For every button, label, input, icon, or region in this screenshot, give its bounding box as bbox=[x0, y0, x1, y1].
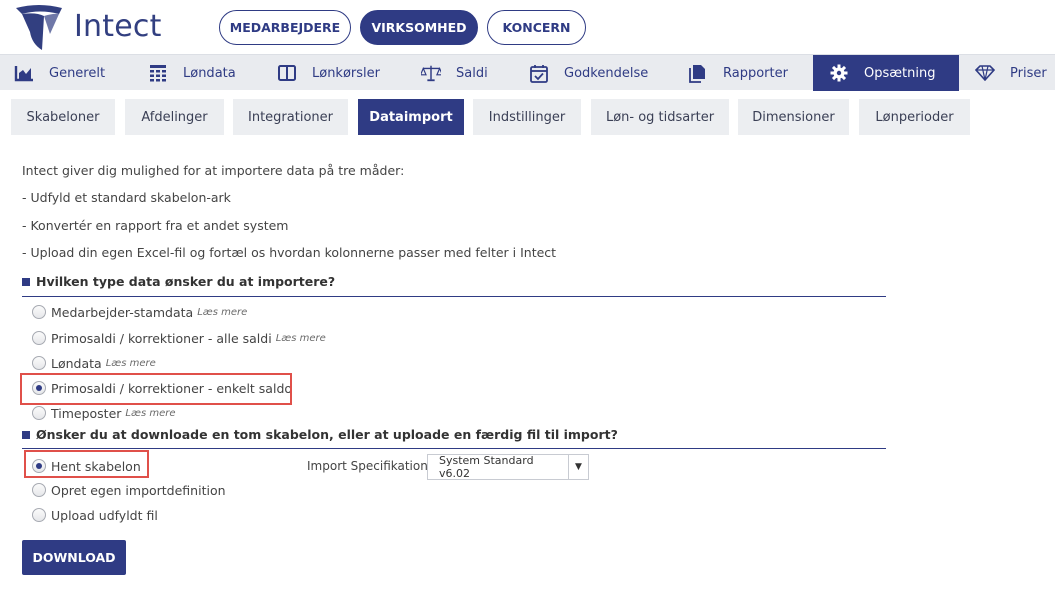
app-header: Intect MEDARBEJDERE VIRKSOMHED KONCERN bbox=[0, 0, 1055, 54]
gear-icon bbox=[829, 63, 849, 83]
nav-londata[interactable]: Løndata bbox=[148, 55, 236, 91]
nav-generelt-label: Generelt bbox=[49, 65, 106, 81]
section-marker bbox=[22, 430, 30, 439]
tab-lon-og-tidsarter[interactable]: Løn- og tidsarter bbox=[591, 99, 729, 135]
documents-icon bbox=[688, 63, 708, 83]
intro-bullet: - Udfyld et standard skabelon-ark bbox=[22, 190, 231, 205]
diamond-icon bbox=[975, 63, 995, 83]
intect-logo[interactable]: Intect bbox=[14, 4, 174, 52]
radio-label: Timeposter bbox=[51, 405, 122, 421]
intro-lead: Intect giver dig mulighed for at importe… bbox=[22, 163, 405, 178]
radio-timeposter[interactable]: Timeposter Læs mere bbox=[32, 404, 176, 422]
radio-button[interactable] bbox=[32, 406, 46, 420]
radio-upload-fil[interactable]: Upload udfyldt fil bbox=[32, 506, 158, 524]
main-nav: Generelt Løndata Lønkørsler Saldi Godken… bbox=[0, 54, 1055, 91]
nav-saldi-label: Saldi bbox=[456, 65, 488, 81]
koncern-button[interactable]: KONCERN bbox=[487, 10, 586, 45]
section-marker bbox=[22, 277, 30, 286]
radio-button[interactable] bbox=[32, 331, 46, 345]
tab-integrationer[interactable]: Integrationer bbox=[233, 99, 348, 135]
book-icon bbox=[277, 63, 297, 83]
import-spec-value: System Standard v6.02 bbox=[439, 454, 534, 480]
nav-godkendelse-label: Godkendelse bbox=[564, 65, 649, 81]
read-more-link[interactable]: Læs mere bbox=[197, 307, 247, 318]
nav-rapporter[interactable]: Rapporter bbox=[688, 55, 788, 91]
nav-rapporter-label: Rapporter bbox=[723, 65, 788, 81]
nav-opsaetning-label: Opsætning bbox=[864, 65, 936, 81]
medarbejdere-button[interactable]: MEDARBEJDERE bbox=[219, 10, 351, 45]
scale-icon bbox=[421, 63, 441, 83]
radio-label: Primosaldi / korrektioner - alle saldi bbox=[51, 330, 272, 346]
data-type-heading-text: Hvilken type data ønsker du at importere… bbox=[36, 274, 336, 289]
nav-saldi[interactable]: Saldi bbox=[421, 55, 488, 91]
highlight-box bbox=[24, 450, 149, 478]
nav-lonkorsler-label: Lønkørsler bbox=[312, 65, 380, 81]
radio-opret-importdefinition[interactable]: Opret egen importdefinition bbox=[32, 481, 226, 499]
radio-primosaldi-alle[interactable]: Primosaldi / korrektioner - alle saldi L… bbox=[32, 329, 326, 347]
radio-button[interactable] bbox=[32, 305, 46, 319]
read-more-link[interactable]: Læs mere bbox=[125, 408, 175, 419]
nav-londata-label: Løndata bbox=[183, 65, 236, 81]
tab-indstillinger[interactable]: Indstillinger bbox=[473, 99, 581, 135]
tab-lonperioder[interactable]: Lønperioder bbox=[859, 99, 970, 135]
highlight-box bbox=[20, 373, 292, 405]
radio-label: Løndata bbox=[51, 355, 102, 371]
nav-godkendelse[interactable]: Godkendelse bbox=[529, 55, 648, 91]
tab-dataimport[interactable]: Dataimport bbox=[358, 99, 464, 135]
radio-button[interactable] bbox=[32, 483, 46, 497]
radio-button[interactable] bbox=[32, 508, 46, 522]
read-more-link[interactable]: Læs mere bbox=[106, 358, 156, 369]
data-type-heading: Hvilken type data ønsker du at importere… bbox=[22, 274, 335, 289]
tab-skabeloner[interactable]: Skabeloner bbox=[11, 99, 115, 135]
calculator-icon bbox=[148, 63, 168, 83]
intro-bullet: - Konvertér en rapport fra et andet syst… bbox=[22, 218, 289, 233]
logo-text: Intect bbox=[74, 9, 162, 44]
tab-dimensioner[interactable]: Dimensioner bbox=[738, 99, 849, 135]
intro-bullet: - Upload din egen Excel-fil og fortæl os… bbox=[22, 245, 557, 260]
tab-afdelinger[interactable]: Afdelinger bbox=[125, 99, 224, 135]
radio-medarbejder-stamdata[interactable]: Medarbejder-stamdata Læs mere bbox=[32, 303, 247, 321]
radio-londata[interactable]: Løndata Læs mere bbox=[32, 354, 156, 372]
radio-button[interactable] bbox=[32, 356, 46, 370]
action-heading: Ønsker du at downloade en tom skabelon, … bbox=[22, 427, 618, 442]
chart-icon bbox=[14, 63, 34, 83]
import-spec-select[interactable]: System Standard v6.02 ▼ bbox=[427, 454, 589, 480]
section-divider bbox=[22, 448, 886, 449]
nav-generelt[interactable]: Generelt bbox=[14, 55, 105, 91]
radio-label: Upload udfyldt fil bbox=[51, 507, 158, 523]
read-more-link[interactable]: Læs mere bbox=[276, 333, 326, 344]
action-heading-text: Ønsker du at downloade en tom skabelon, … bbox=[36, 427, 618, 442]
nav-priser-label: Priser bbox=[1010, 65, 1047, 81]
section-divider bbox=[22, 296, 886, 297]
download-button[interactable]: DOWNLOAD bbox=[22, 540, 126, 575]
radio-label: Opret egen importdefinition bbox=[51, 482, 226, 498]
nav-priser[interactable]: Priser bbox=[975, 55, 1047, 91]
nav-lonkorsler[interactable]: Lønkørsler bbox=[277, 55, 380, 91]
radio-label: Medarbejder-stamdata bbox=[51, 304, 194, 320]
nav-opsaetning[interactable]: Opsætning bbox=[813, 55, 959, 91]
dropdown-arrow-icon[interactable]: ▼ bbox=[568, 455, 588, 479]
virksomhed-button[interactable]: VIRKSOMHED bbox=[360, 10, 478, 45]
import-spec-label: Import Specifikation: bbox=[307, 459, 432, 473]
calendar-check-icon bbox=[529, 63, 549, 83]
intect-logo-mark bbox=[16, 5, 62, 51]
